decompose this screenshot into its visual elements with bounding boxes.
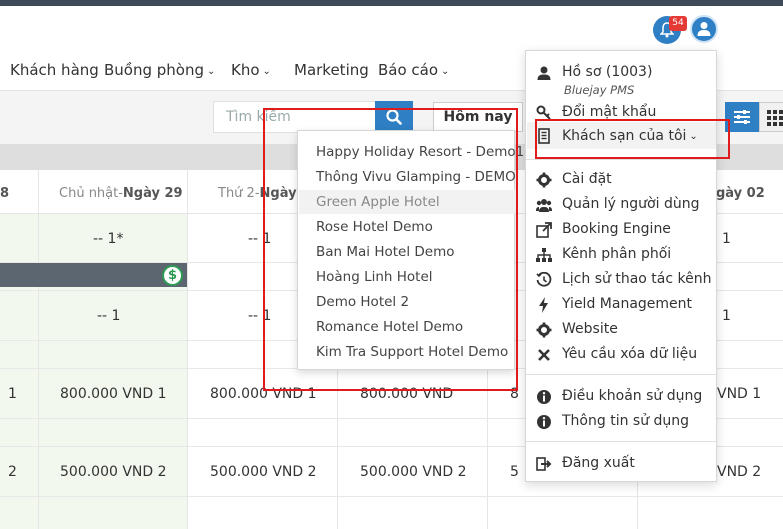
grid-icon <box>767 110 783 126</box>
lightning-icon <box>539 297 548 313</box>
menu-item-booking-engine[interactable]: Booking Engine <box>562 221 671 237</box>
menu-divider <box>526 374 716 375</box>
menu-item-distribution-channels[interactable]: Kênh phân phối <box>562 246 671 262</box>
gear-icon <box>536 322 552 338</box>
chevron-down-icon: ⌄ <box>441 66 450 77</box>
user-icon <box>537 66 551 80</box>
day-header: 8 <box>0 186 10 201</box>
dollar-icon[interactable]: $ <box>162 265 183 286</box>
menu-item-logout[interactable]: Đăng xuất <box>562 455 635 471</box>
nav-item-inventory[interactable]: Kho ⌄ <box>231 61 271 79</box>
price-cell[interactable]: 500.000 VND 2 <box>360 464 467 480</box>
availability-cell[interactable]: 1 <box>722 231 731 247</box>
user-avatar-button[interactable] <box>690 15 718 43</box>
menu-item-terms[interactable]: Điều khoản sử dụng <box>562 388 702 404</box>
users-icon <box>536 199 552 212</box>
info-icon <box>537 390 551 404</box>
price-cell[interactable]: 2 <box>8 464 17 480</box>
menu-item-channel-history[interactable]: Lịch sử thao tác kênh <box>562 271 711 287</box>
annotation-box <box>535 119 730 159</box>
row-divider <box>0 496 783 497</box>
user-icon <box>697 22 711 36</box>
nav-item-marketing[interactable]: Marketing <box>294 61 369 79</box>
rate-plan-band <box>0 263 187 287</box>
sitemap-icon <box>536 248 552 262</box>
close-icon <box>538 349 550 361</box>
notification-count-badge: 54 <box>669 16 687 31</box>
price-cell[interactable]: VND 2 <box>717 464 761 480</box>
day-header-sunday: Chủ nhật-Ngày 29 <box>59 186 183 201</box>
key-icon <box>536 105 551 120</box>
sliders-icon <box>734 110 750 124</box>
history-icon <box>536 272 552 287</box>
availability-cell[interactable]: -- 1* <box>93 231 123 247</box>
menu-item-delete-data-request[interactable]: Yêu cầu xóa dữ liệu <box>562 346 697 362</box>
availability-cell[interactable]: 1 <box>722 308 731 324</box>
menu-item-usage-info[interactable]: Thông tin sử dụng <box>562 413 689 429</box>
menu-item-user-management[interactable]: Quản lý người dùng <box>562 196 699 212</box>
filter-settings-button[interactable] <box>725 102 759 132</box>
external-link-icon <box>536 222 552 238</box>
menu-divider <box>526 159 716 160</box>
price-cell[interactable]: 500.000 VND 2 <box>210 464 317 480</box>
gear-icon <box>536 172 552 188</box>
menu-item-profile[interactable]: Hồ sơ (1003) <box>562 64 652 80</box>
price-cell[interactable]: 800.000 VND 1 <box>60 386 167 402</box>
day-header: gày 02 <box>716 186 765 201</box>
nav-item-customers[interactable]: Khách hàng <box>10 61 99 79</box>
menu-divider <box>526 441 716 442</box>
price-cell[interactable]: 5 <box>510 464 519 480</box>
chevron-down-icon: ⌄ <box>207 66 216 77</box>
logout-icon <box>536 457 552 471</box>
availability-cell[interactable]: -- 1 <box>97 308 120 324</box>
user-dropdown-menu: Hồ sơ (1003) Bluejay PMS Đổi mật khẩu Kh… <box>525 50 717 482</box>
nav-item-housekeeping[interactable]: Buồng phòng ⌄ <box>104 61 215 79</box>
menu-item-settings[interactable]: Cài đặt <box>562 171 612 187</box>
profile-subtitle: Bluejay PMS <box>564 83 635 97</box>
price-cell[interactable]: VND 1 <box>717 386 761 402</box>
column-divider <box>38 170 39 529</box>
nav-item-reports[interactable]: Báo cáo ⌄ <box>378 61 449 79</box>
menu-item-yield-management[interactable]: Yield Management <box>562 296 692 312</box>
annotation-box <box>263 108 518 391</box>
grid-view-button[interactable] <box>759 102 783 132</box>
menu-item-change-password[interactable]: Đổi mật khẩu <box>562 104 656 120</box>
price-cell[interactable]: 1 <box>8 386 17 402</box>
price-cell[interactable]: 500.000 VND 2 <box>60 464 167 480</box>
column-divider <box>187 170 188 529</box>
info-icon <box>537 415 551 429</box>
chevron-down-icon: ⌄ <box>262 66 271 77</box>
menu-item-website[interactable]: Website <box>562 321 618 337</box>
